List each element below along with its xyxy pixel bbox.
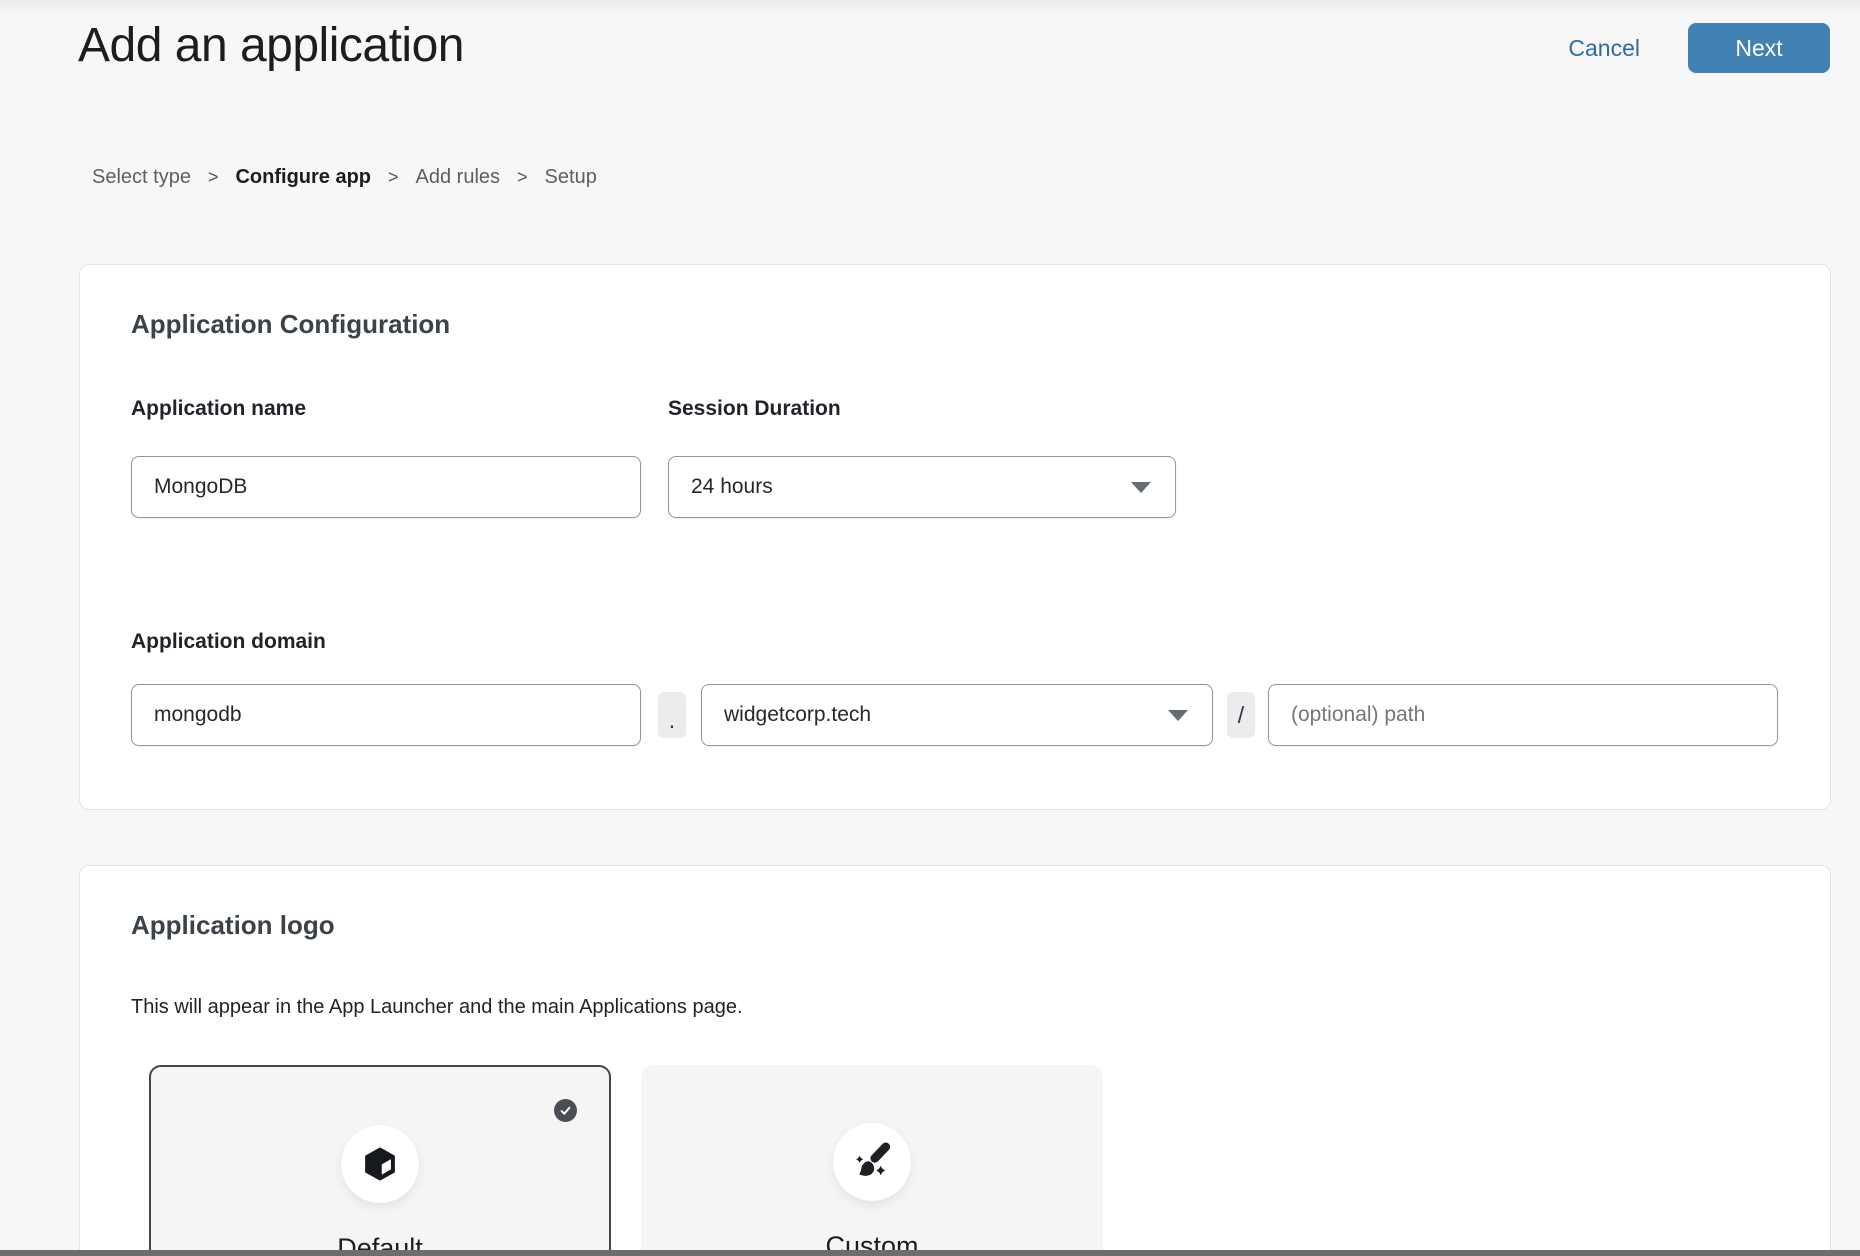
custom-logo-circle (833, 1123, 911, 1201)
logo-option-default[interactable]: Default (149, 1065, 611, 1256)
breadcrumb: Select type > Configure app > Add rules … (92, 166, 597, 189)
slash-separator: / (1227, 692, 1255, 738)
next-button[interactable]: Next (1688, 23, 1830, 73)
default-logo-circle (341, 1125, 419, 1203)
header-actions: Cancel Next (1568, 23, 1830, 73)
session-duration-label: Session Duration (668, 397, 841, 421)
subdomain-input[interactable] (131, 684, 641, 746)
logo-options: Default Custom (149, 1065, 1103, 1256)
breadcrumb-item-setup[interactable]: Setup (545, 166, 597, 189)
breadcrumb-separator: > (517, 167, 528, 188)
selected-check-badge (554, 1099, 577, 1122)
application-logo-card: Application logo This will appear in the… (79, 865, 1831, 1256)
logo-option-custom[interactable]: Custom (641, 1065, 1103, 1256)
configuration-heading: Application Configuration (131, 309, 450, 340)
dot-separator: . (658, 692, 686, 738)
application-domain-label: Application domain (131, 630, 326, 654)
breadcrumb-item-configure-app[interactable]: Configure app (235, 166, 371, 189)
chevron-down-icon (1168, 710, 1188, 721)
chevron-down-icon (1131, 482, 1151, 493)
breadcrumb-separator: > (208, 167, 219, 188)
breadcrumb-separator: > (388, 167, 399, 188)
horizontal-scrollbar[interactable] (0, 1250, 1860, 1256)
add-application-page: Add an application Cancel Next Select ty… (0, 0, 1860, 1256)
check-icon (559, 1104, 572, 1117)
domain-select[interactable]: widgetcorp.tech (701, 684, 1213, 746)
domain-select-value: widgetcorp.tech (724, 703, 871, 727)
breadcrumb-item-select-type[interactable]: Select type (92, 166, 191, 189)
session-duration-select[interactable]: 24 hours (668, 456, 1176, 518)
path-input[interactable] (1268, 684, 1778, 746)
session-duration-value: 24 hours (691, 475, 773, 499)
paintbrush-icon (850, 1140, 894, 1184)
breadcrumb-item-add-rules[interactable]: Add rules (416, 166, 501, 189)
cube-icon (359, 1143, 401, 1185)
application-configuration-card: Application Configuration Application na… (79, 264, 1831, 810)
page-title: Add an application (78, 18, 464, 73)
cancel-button[interactable]: Cancel (1568, 35, 1640, 62)
application-name-label: Application name (131, 397, 306, 421)
application-name-input[interactable] (131, 456, 641, 518)
logo-heading: Application logo (131, 910, 335, 941)
logo-description: This will appear in the App Launcher and… (131, 996, 743, 1019)
